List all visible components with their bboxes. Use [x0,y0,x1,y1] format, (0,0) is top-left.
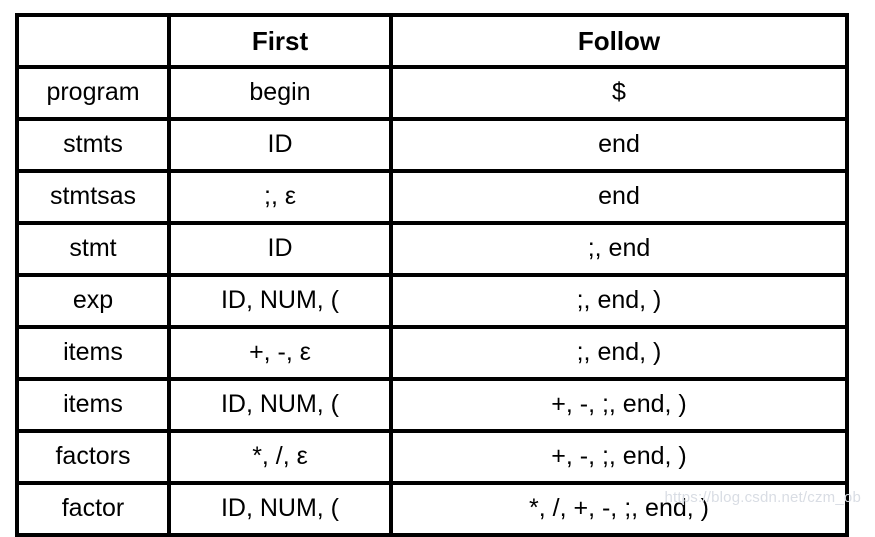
cell-first: ID [167,221,393,277]
table-row: program begin $ [15,65,849,121]
table-row: exp ID, NUM, ( ;, end, ) [15,273,849,329]
cell-first: ID, NUM, ( [167,273,393,329]
table-row: items +, -, ε ;, end, ) [15,325,849,381]
table-row: items ID, NUM, ( +, -, ;, end, ) [15,377,849,433]
cell-symbol: items [15,377,171,433]
cell-follow: $ [389,65,849,121]
cell-first: ID, NUM, ( [167,377,393,433]
cell-follow: +, -, ;, end, ) [389,429,849,485]
cell-symbol: program [15,65,171,121]
cell-first: *, /, ε [167,429,393,485]
cell-first: ID [167,117,393,173]
cell-follow: ;, end, ) [389,273,849,329]
cell-first: ID, NUM, ( [167,481,393,537]
cell-follow: ;, end [389,221,849,277]
cell-symbol: factor [15,481,171,537]
table-body: program begin $ stmts ID end stmtsas ;, … [15,65,849,537]
table-row: factors *, /, ε +, -, ;, end, ) [15,429,849,485]
cell-symbol: factors [15,429,171,485]
header-cell-first: First [167,13,393,69]
table-row: stmtsas ;, ε end [15,169,849,225]
cell-follow: +, -, ;, end, ) [389,377,849,433]
cell-symbol: items [15,325,171,381]
cell-follow: *, /, +, -, ;, end, ) [389,481,849,537]
table-row: stmts ID end [15,117,849,173]
table-row: stmt ID ;, end [15,221,849,277]
cell-first: ;, ε [167,169,393,225]
header-cell-symbol [15,13,171,69]
table-header: First Follow [15,13,849,69]
table-row: factor ID, NUM, ( *, /, +, -, ;, end, ) [15,481,849,537]
cell-follow: end [389,117,849,173]
cell-symbol: stmts [15,117,171,173]
cell-first: +, -, ε [167,325,393,381]
cell-symbol: stmtsas [15,169,171,225]
cell-symbol: stmt [15,221,171,277]
cell-symbol: exp [15,273,171,329]
table-header-row: First Follow [15,13,849,69]
first-follow-table: First Follow program begin $ stmts ID en… [15,13,849,537]
cell-follow: ;, end, ) [389,325,849,381]
header-cell-follow: Follow [389,13,849,69]
first-follow-table-container: First Follow program begin $ stmts ID en… [15,13,849,537]
cell-first: begin [167,65,393,121]
cell-follow: end [389,169,849,225]
